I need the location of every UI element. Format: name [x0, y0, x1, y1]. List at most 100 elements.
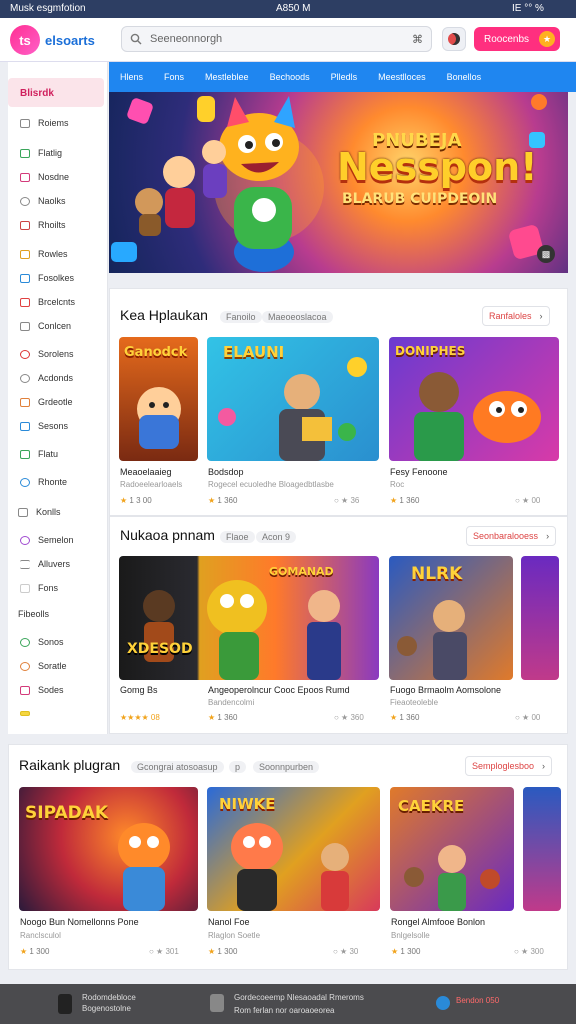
bottom-left-line2: Bogenostolne [82, 1004, 131, 1013]
sidebar-item[interactable]: Sonos [20, 637, 64, 647]
game-thumbnail-partial[interactable] [521, 556, 559, 680]
game-title[interactable]: Noogo Bun Nomellonns Pone [20, 917, 139, 927]
menu-icon [18, 507, 28, 517]
star-icon [20, 397, 30, 407]
tab-5[interactable]: Plledls [331, 72, 358, 82]
hero-banner[interactable]: PNUBEJA Nesspon! BLARUB CUIPDEOIN ▩ [109, 92, 568, 273]
sidebar-item[interactable]: Rhonte [20, 477, 67, 487]
game-subtitle: Rlaglon Soetle [208, 931, 261, 940]
game-rating: ★★★★ 08 [120, 713, 160, 722]
tab-3[interactable]: Mestleblee [205, 72, 249, 82]
sidebar-item[interactable]: Flatlig [20, 148, 62, 158]
bar-icon [20, 711, 30, 716]
sidebar-item[interactable]: Roiems [20, 118, 69, 128]
banner-expand-icon[interactable]: ▩ [537, 245, 555, 263]
sidebar-item[interactable]: Grdeotle [20, 397, 73, 407]
game-title[interactable]: Rongel Almfooe Bonlon [391, 917, 485, 927]
sidebar-item[interactable]: Fosolkes [20, 273, 74, 283]
game-title[interactable]: Nanol Foe [208, 917, 250, 927]
flower-icon [20, 535, 30, 545]
app-logo[interactable]: ts elsoarts [10, 24, 95, 56]
game-thumbnail[interactable]: Ganodck [119, 337, 198, 461]
thumbnail-title: NLRK [411, 564, 463, 584]
game-rating: ★ 1 360 [208, 713, 238, 722]
sidebar-item[interactable]: Sorolens [20, 349, 74, 359]
user-avatar[interactable] [442, 27, 466, 51]
game-subtitle: Fieaoteoleble [390, 698, 439, 707]
sidebar-item[interactable]: Sesons [20, 421, 68, 431]
sidebar-item[interactable]: Nosdne [20, 172, 69, 182]
see-more-button[interactable]: Ranfaloles › [482, 306, 550, 326]
game-title[interactable]: Gomg Bs [120, 685, 158, 695]
filter-chip[interactable]: Gcongrai atosoasup [131, 761, 224, 773]
sidebar-item[interactable]: Rhoilts [20, 220, 66, 230]
game-thumbnail[interactable]: DONIPHES [389, 337, 559, 461]
app-icon-2[interactable] [210, 994, 224, 1012]
filter-chip[interactable]: Maeoeoslacoa [262, 311, 333, 323]
thumbnail-title: NIWKE [219, 795, 276, 813]
globe-icon [20, 477, 30, 487]
game-meta: ○ ★ 360 [334, 713, 364, 722]
tab-4[interactable]: Bechoods [270, 72, 310, 82]
game-title[interactable]: Fesy Fenoone [390, 467, 448, 477]
sidebar-item[interactable]: Naolks [20, 196, 66, 206]
game-subtitle: Rogecel ecuoledhe Bloagedbtlasbe [208, 480, 334, 489]
filter-chip[interactable]: Fanoilo [220, 311, 262, 323]
search-shortcut-icon[interactable]: ⌘ [412, 33, 423, 46]
search-input[interactable]: Seeneonnorgh [150, 33, 222, 45]
game-subtitle: Bandencolmi [208, 698, 255, 707]
filter-chip[interactable]: Flaoe [220, 531, 255, 543]
sidebar-item[interactable]: Acdonds [20, 373, 73, 383]
target-icon [20, 349, 30, 359]
sidebar-item[interactable]: Soratle [20, 661, 67, 671]
sidebar-item[interactable]: Sodes [20, 685, 64, 695]
status-time: A850 M [276, 3, 311, 14]
game-thumbnail[interactable]: NIWKE [207, 787, 380, 911]
info-icon[interactable] [436, 996, 450, 1010]
game-thumbnail[interactable]: ELAUNI [207, 337, 379, 461]
game-title[interactable]: Fuogo Brmaolm Aomsolone [390, 685, 501, 695]
section-title: Nukaoa pnnam [120, 527, 215, 543]
filter-chip[interactable]: p [229, 761, 247, 773]
bottom-bar: Rodomdebloce Bogenostolne Gordecoeemp Nl… [0, 984, 576, 1024]
game-rating: ★ 1 3 00 [120, 496, 152, 505]
see-more-button[interactable]: Seonbaralooess › [466, 526, 557, 546]
signin-button[interactable]: Roocenbs ★ [474, 27, 560, 51]
sidebar-item[interactable]: Rowles [20, 249, 68, 259]
sidebar-item[interactable]: Semelon [20, 535, 74, 545]
tab-home[interactable]: Hlens [120, 72, 143, 82]
sidebar-item[interactable]: Brcelcnts [20, 297, 75, 307]
sidebar-item[interactable]: Conlcen [20, 321, 71, 331]
game-thumbnail[interactable]: CAEKRE [390, 787, 514, 911]
search-bar[interactable]: Seeneonnorgh ⌘ [121, 26, 432, 52]
sidebar-item[interactable] [20, 711, 38, 716]
filter-chip[interactable]: Acon 9 [256, 531, 297, 543]
sidebar-item[interactable]: Flatu [20, 449, 58, 459]
tab-2[interactable]: Fons [164, 72, 184, 82]
game-thumbnail[interactable]: SIPADAK [19, 787, 198, 911]
game-subtitle: Roc [390, 480, 405, 489]
filter-chip[interactable]: Soonnpurben [253, 761, 320, 773]
game-title[interactable]: Bodsdop [208, 467, 244, 477]
game-title[interactable]: Angeoperolncur Cooc Epoos Rumd [208, 685, 350, 695]
game-thumbnail-partial[interactable] [523, 787, 561, 911]
tab-6[interactable]: Meestlloces [378, 72, 426, 82]
sidebar-item[interactable]: Konlls [18, 507, 61, 517]
sidebar-item-active[interactable]: Blisrdk [8, 78, 104, 107]
section-ranking: Raikank plugran Gcongrai atosoasup p Soo… [8, 744, 568, 970]
tab-7[interactable]: Bonellos [447, 72, 482, 82]
blank-icon [20, 583, 30, 593]
game-thumbnail[interactable]: XDESOD GOMANAD [119, 556, 379, 680]
see-more-button[interactable]: Semploglesboo › [465, 756, 553, 776]
game-meta: ○ ★ 301 [149, 947, 179, 956]
game-thumbnail[interactable]: NLRK [389, 556, 513, 680]
signin-label: Roocenbs [484, 33, 530, 45]
game-title[interactable]: Meaoelaaieg [120, 467, 172, 477]
game-rating: ★ 1 300 [20, 947, 50, 956]
section-title: Kea Hplaukan [120, 307, 208, 323]
game-subtitle: Ranclsculol [20, 931, 61, 940]
sidebar-item[interactable]: Alluvers [20, 559, 70, 569]
app-icon[interactable] [58, 994, 72, 1014]
sidebar-item[interactable]: Fons [20, 583, 58, 593]
coin-icon: ★ [539, 31, 555, 47]
